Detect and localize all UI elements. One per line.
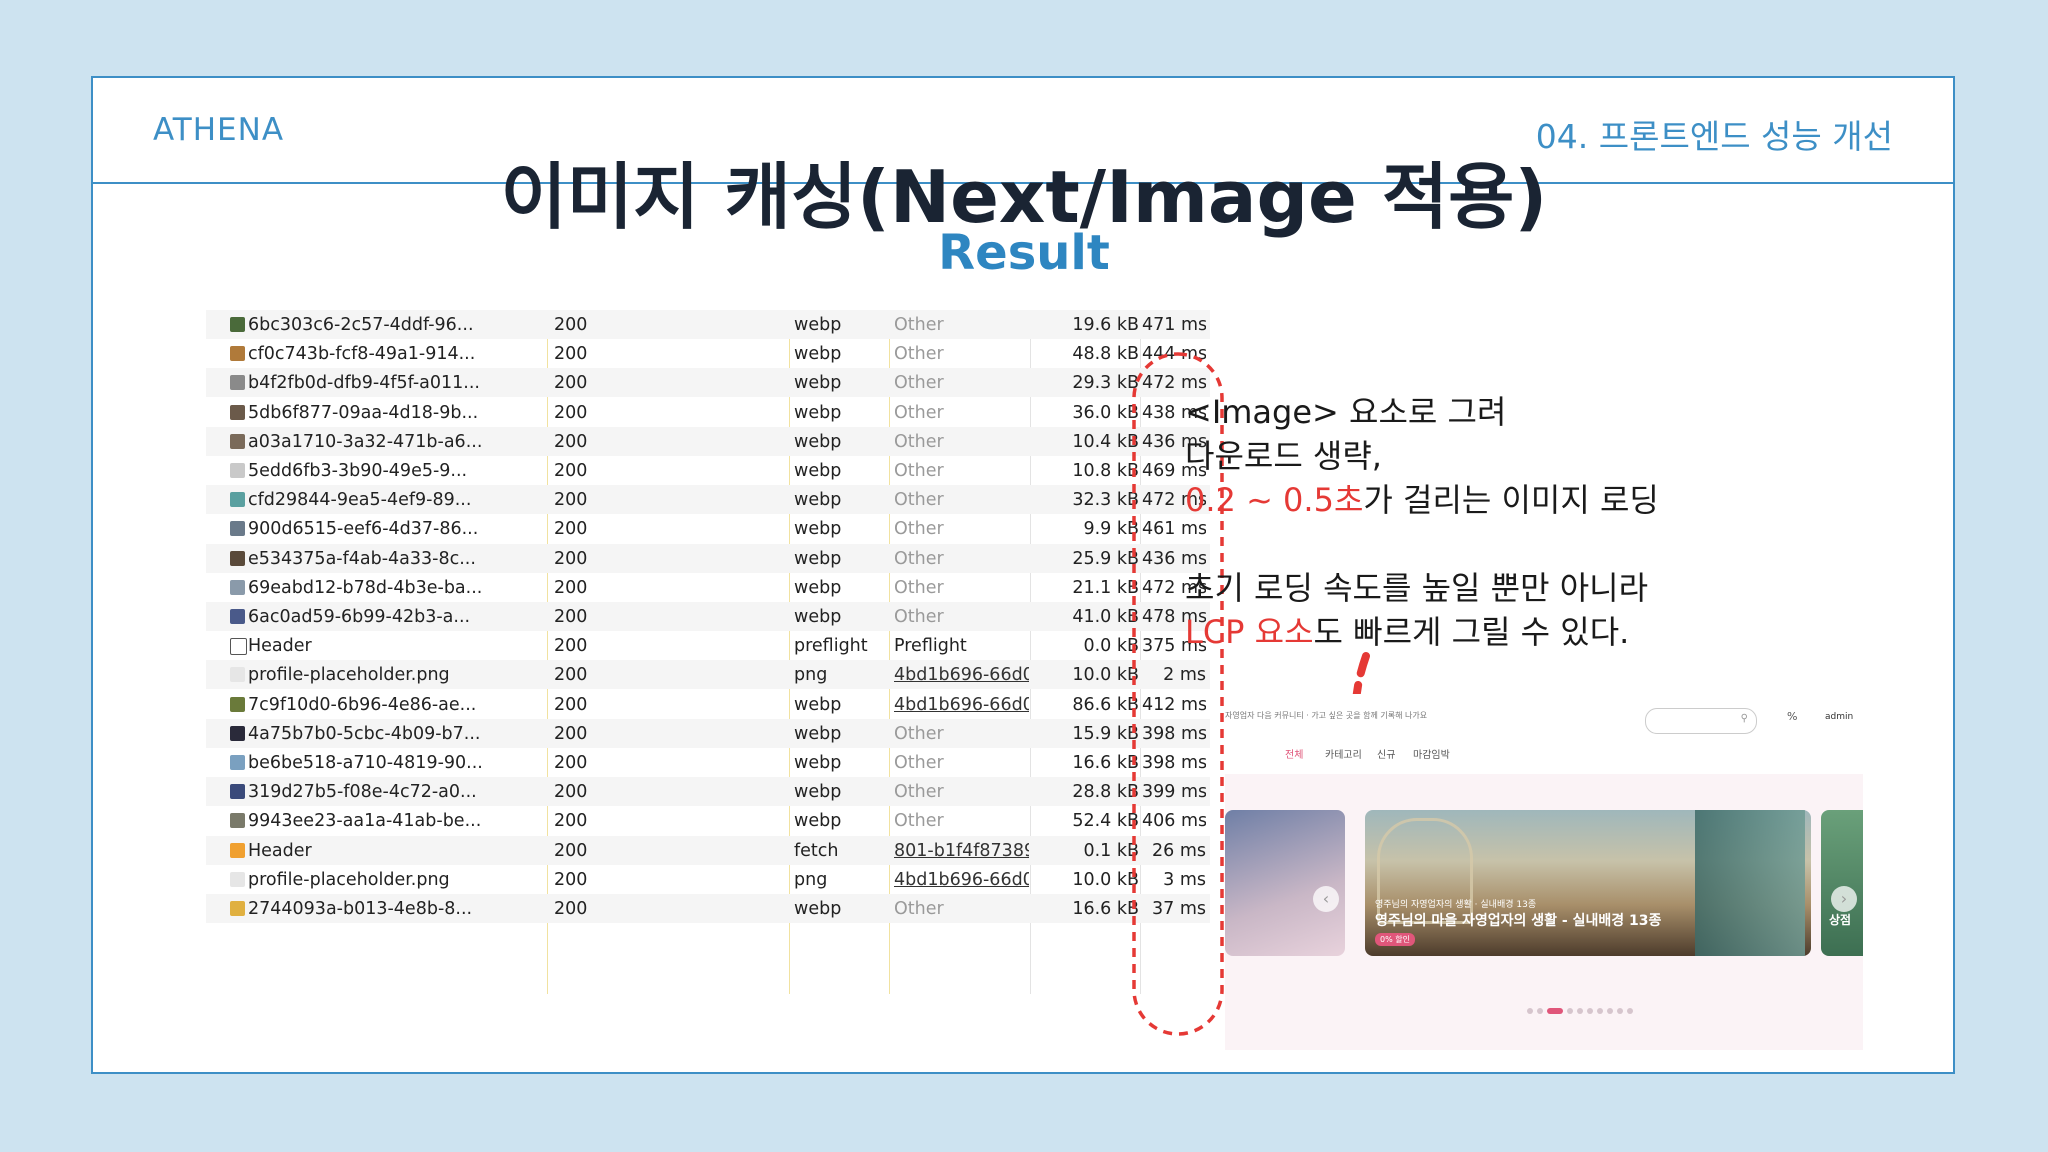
pagination-dot[interactable] — [1577, 1008, 1583, 1014]
preview-header: 자영업자 다음 커뮤니티 · 가고 싶은 곳을 함께 기록해 나가요 ⚲ % a… — [1225, 694, 1863, 774]
pagination-dot[interactable] — [1627, 1008, 1633, 1014]
tab-category[interactable]: 카테고리 — [1325, 746, 1362, 761]
slide-right-caption: 상점 — [1829, 913, 1852, 927]
callout-text: 가 걸리는 이미지 로딩 — [1363, 481, 1659, 519]
carousel-next-button[interactable]: › — [1831, 886, 1857, 912]
preview-notice: 자영업자 다음 커뮤니티 · 가고 싶은 곳을 함께 기록해 나가요 — [1225, 711, 1428, 720]
carousel-prev-button[interactable]: ‹ — [1313, 886, 1339, 912]
pagination-dot[interactable] — [1567, 1008, 1573, 1014]
slide-title: 영주님의 마을 자영업자의 생활 - 실내배경 13종 — [1375, 913, 1662, 929]
preview-search-input[interactable]: ⚲ — [1645, 708, 1757, 734]
carousel-slide-main[interactable]: 영주님의 자영업자의 생활 · 실내배경 13종 영주님의 마을 자영업자의 생… — [1365, 810, 1811, 956]
pagination-dot[interactable] — [1617, 1008, 1623, 1014]
carousel-slide-right[interactable]: 상점 — [1821, 810, 1863, 956]
discount-badge: 0% 할인 — [1375, 933, 1415, 946]
pagination-dot[interactable] — [1537, 1008, 1543, 1014]
callout-highlight: 0.2 ~ 0.5초 — [1185, 481, 1364, 519]
pagination-dot[interactable] — [1587, 1008, 1593, 1014]
search-icon: ⚲ — [1740, 713, 1748, 724]
pagination-dot[interactable] — [1597, 1008, 1603, 1014]
callout-line: 초기 로딩 속도를 높일 뿐만 아니라 — [1185, 569, 1649, 607]
site-preview-screenshot: 자영업자 다음 커뮤니티 · 가고 싶은 곳을 함께 기록해 나가요 ⚲ % a… — [1225, 694, 1863, 1050]
pagination-dot[interactable] — [1527, 1008, 1533, 1014]
callout-highlight: LCP 요소 — [1185, 613, 1314, 651]
carousel-slide-left[interactable] — [1225, 810, 1345, 956]
slide-subtitle: 영주님의 자영업자의 생활 · 실내배경 13종 — [1375, 900, 1537, 910]
result-callout: <Image> 요소로 그려 다운로드 생략, 0.2 ~ 0.5초가 걸리는 … — [1185, 390, 1659, 654]
callout-text: 도 빠르게 그릴 수 있다. — [1313, 613, 1630, 651]
callout-line: 0.2 ~ 0.5초가 걸리는 이미지 로딩 — [1185, 478, 1659, 522]
percent-icon[interactable]: % — [1787, 710, 1797, 723]
pagination-dot[interactable] — [1607, 1008, 1613, 1014]
callout-line: LCP 요소도 빠르게 그릴 수 있다. — [1185, 610, 1659, 654]
pagination-dot[interactable] — [1547, 1008, 1563, 1014]
preview-admin[interactable]: admin — [1825, 712, 1853, 722]
tab-closing[interactable]: 마감임박 — [1413, 746, 1450, 761]
tab-new[interactable]: 신규 — [1377, 746, 1395, 761]
callout-line: <Image> 요소로 그려 — [1185, 393, 1507, 431]
tab-all[interactable]: 전체 — [1285, 746, 1303, 761]
callout-line: 다운로드 생략, — [1185, 437, 1382, 475]
slide-curtain-art — [1695, 810, 1805, 956]
